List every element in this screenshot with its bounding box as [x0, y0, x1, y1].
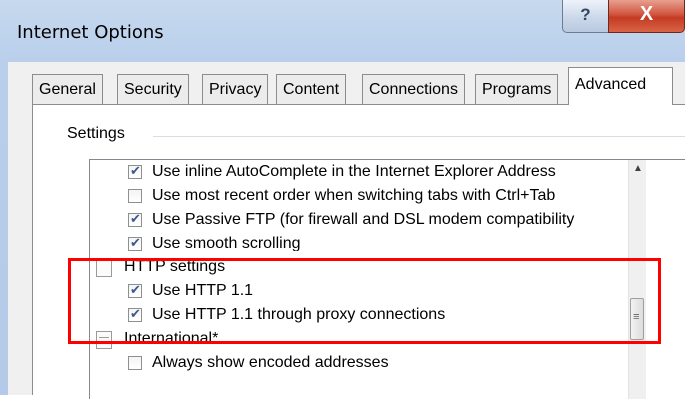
list-item[interactable]: Use Passive FTP (for firewall and DSL mo… [90, 209, 628, 233]
vertical-scrollbar[interactable]: ▲ ≡ [628, 160, 646, 399]
settings-tree-list[interactable]: Use inline AutoComplete in the Internet … [89, 159, 685, 399]
scroll-thumb[interactable]: ≡ [630, 298, 644, 340]
help-button[interactable]: ? [562, 0, 609, 33]
title-bar[interactable]: Internet Options ? X [0, 0, 685, 62]
dialog-body: General Security Privacy Content Connect… [8, 62, 685, 399]
checkbox-inline-autocomplete[interactable] [128, 163, 142, 179]
arrow-up-icon: ▲ [633, 163, 643, 174]
list-item-label: HTTP settings [124, 258, 226, 275]
tab-advanced[interactable]: Advanced [568, 67, 673, 105]
window-title: Internet Options [17, 22, 164, 43]
list-item-label: Always show encoded addresses [152, 354, 389, 371]
tab-general[interactable]: General [32, 74, 103, 104]
close-icon: X [639, 3, 654, 25]
list-item-label: Use HTTP 1.1 [152, 282, 254, 299]
list-item-label: Use inline AutoComplete in the Internet … [152, 163, 556, 180]
list-item-category[interactable]: International* [90, 328, 628, 352]
close-button[interactable]: X [608, 0, 685, 33]
settings-page-icon [96, 331, 112, 349]
settings-group-label: Settings [67, 125, 131, 143]
checkbox-use-http11[interactable] [128, 282, 142, 298]
tab-content[interactable]: Content [276, 74, 347, 104]
tab-privacy[interactable]: Privacy [202, 74, 269, 104]
list-item[interactable]: Use inline AutoComplete in the Internet … [90, 161, 628, 185]
list-item[interactable]: Use HTTP 1.1 through proxy connections [90, 304, 628, 328]
list-item-category[interactable]: HTTP settings [90, 256, 628, 280]
list-item[interactable]: Use smooth scrolling [90, 233, 628, 251]
grip-icon: ≡ [633, 311, 640, 323]
scroll-up-button[interactable]: ▲ [629, 160, 646, 178]
list-item-label: Use smooth scrolling [152, 235, 301, 251]
checkbox-http11-proxy[interactable] [128, 306, 142, 322]
checkbox-recent-order-tabs[interactable] [128, 189, 142, 203]
settings-page-icon [96, 259, 112, 277]
group-divider [153, 136, 685, 137]
tab-connections[interactable]: Connections [362, 74, 465, 104]
tab-programs[interactable]: Programs [475, 74, 559, 104]
list-item[interactable]: Always show encoded addresses [90, 352, 628, 376]
tab-security[interactable]: Security [117, 74, 189, 104]
help-icon: ? [580, 5, 591, 24]
advanced-tab-panel: Settings Use inline AutoComplete in the … [32, 104, 685, 399]
list-item-label: Use Passive FTP (for firewall and DSL mo… [152, 211, 575, 228]
checkbox-passive-ftp[interactable] [128, 211, 142, 227]
checkbox-smooth-scrolling[interactable] [128, 235, 142, 251]
list-item-label: Use most recent order when switching tab… [152, 187, 556, 204]
checkbox-encoded-addresses[interactable] [128, 356, 142, 370]
internet-options-window: Internet Options ? X General Security Pr… [0, 0, 685, 399]
list-item-label: International* [124, 330, 219, 347]
list-item[interactable]: Use HTTP 1.1 [90, 280, 628, 304]
list-item[interactable]: Use most recent order when switching tab… [90, 185, 628, 209]
list-item-label: Use HTTP 1.1 through proxy connections [152, 306, 446, 323]
